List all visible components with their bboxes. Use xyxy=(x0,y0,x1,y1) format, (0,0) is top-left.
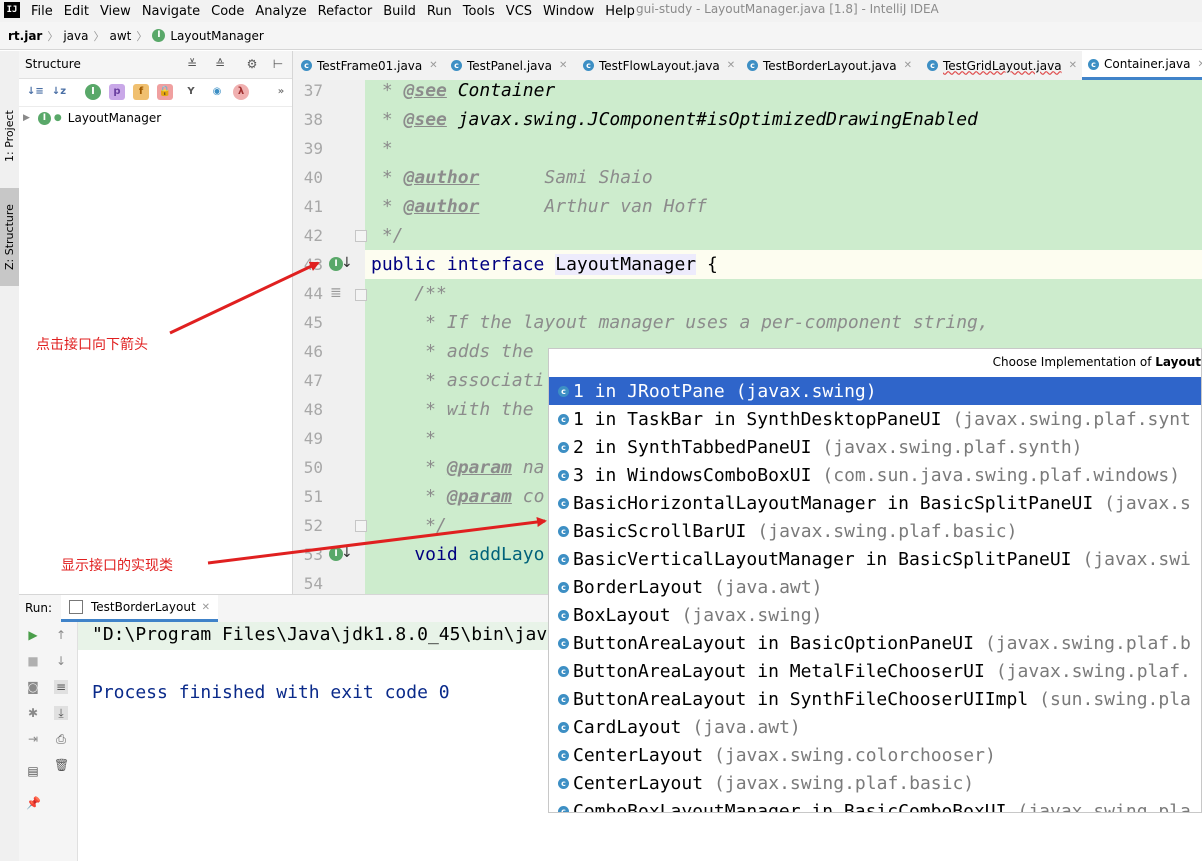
annotation-arrows xyxy=(169,261,547,565)
annotation-arrow-1 xyxy=(169,261,320,335)
annotation-arrow-2 xyxy=(207,517,547,565)
